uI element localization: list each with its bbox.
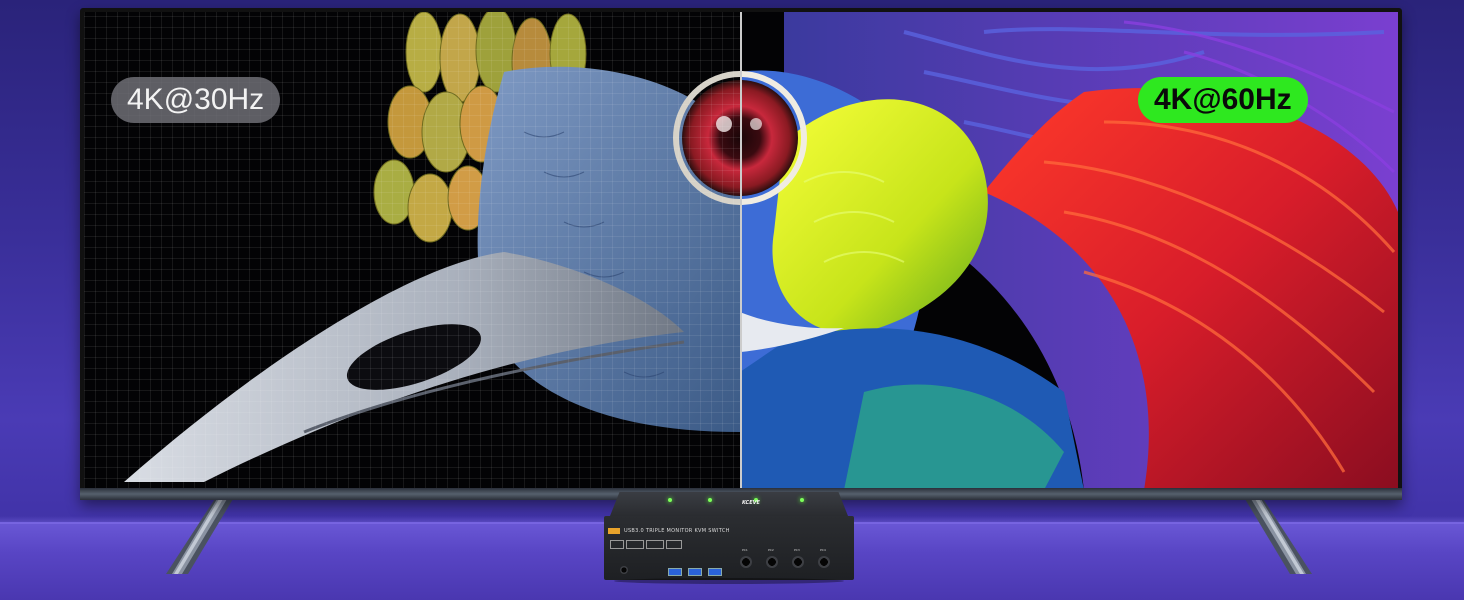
pc3-button[interactable] [792,556,804,568]
refresh-badge-60hz: 4K@60Hz [1138,77,1308,123]
kvm-model-label: USB3.0 TRIPLE MONITOR KVM SWITCH [624,528,730,534]
kvm-switch: USB3.0 TRIPLE MONITOR KVM SWITCH PC1 PC2… [604,492,854,584]
pc1-button[interactable] [740,556,752,568]
pc2-button[interactable] [766,556,778,568]
spec-icon [626,540,644,549]
pc4-button[interactable] [818,556,830,568]
kvm-top-panel [610,492,848,516]
port-label: PC1 [742,548,748,552]
spec-icon [610,540,624,549]
kvm-brand-logo: KCEVE [742,500,760,506]
model-badge [608,528,620,534]
usb-port[interactable] [708,568,722,576]
led-indicator [668,498,672,502]
port-label: PC3 [794,548,800,552]
kvm-shadow [614,578,844,584]
split-divider [740,12,742,490]
port-label: PC2 [768,548,774,552]
usb-port[interactable] [668,568,682,576]
refresh-badge-30hz: 4K@30Hz [111,77,281,123]
spec-icon [666,540,682,549]
tv-leg-left [166,494,236,574]
usb-port[interactable] [688,568,702,576]
led-indicator [708,498,712,502]
power-jack [620,566,628,574]
port-label: PC4 [820,548,826,552]
spec-icon [646,540,664,549]
tv-leg-right [1242,494,1312,574]
led-indicator [800,498,804,502]
